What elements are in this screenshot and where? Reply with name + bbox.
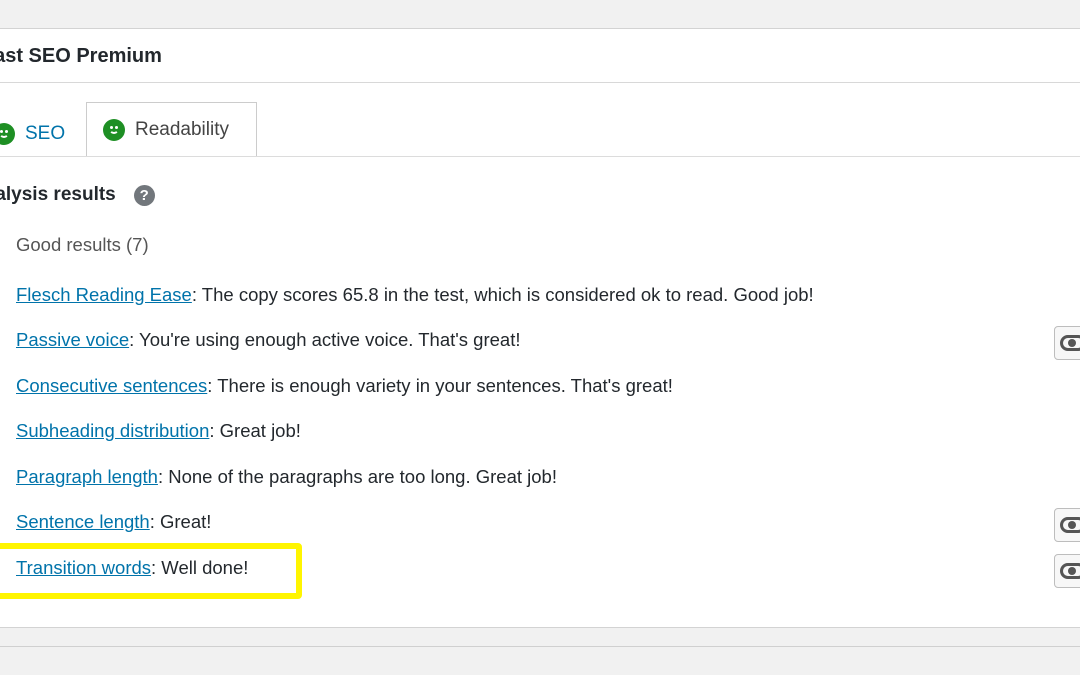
result-item: Subheading distribution: Great job! (16, 420, 301, 442)
highlight-transition-words-button[interactable] (1054, 554, 1080, 588)
analysis-heading: Analysis results ? (0, 184, 155, 206)
help-icon[interactable]: ? (133, 184, 155, 206)
tab-seo[interactable]: SEO (0, 109, 86, 159)
result-text: : None of the paragraphs are too long. G… (157, 466, 557, 487)
result-text: : Great job! (209, 420, 301, 441)
result-text: : Great! (149, 511, 212, 532)
smiley-good-icon (103, 118, 125, 141)
result-link-flesch-reading-ease[interactable]: Flesch Reading Ease (16, 284, 192, 305)
tab-bar-divider (0, 156, 1080, 157)
yellow-highlight-box (0, 543, 302, 599)
title-divider (0, 82, 1080, 83)
yoast-metabox: Yoast SEO Premium SEO Readability Analys… (0, 28, 1080, 628)
good-results-label: Good results (7) (16, 234, 149, 255)
result-link-subheading-distribution[interactable]: Subheading distribution (16, 420, 209, 441)
result-text: : The copy scores 65.8 in the test, whic… (191, 284, 814, 305)
result-text: : There is enough variety in your senten… (207, 375, 673, 396)
result-item: Flesch Reading Ease: The copy scores 65.… (16, 284, 814, 306)
result-item: Sentence length: Great! (16, 511, 211, 533)
result-link-consecutive-sentences[interactable]: Consecutive sentences (16, 375, 207, 396)
result-link-passive-voice[interactable]: Passive voice (16, 329, 129, 350)
result-link-paragraph-length[interactable]: Paragraph length (16, 466, 158, 487)
result-text: : You're using enough active voice. That… (129, 329, 521, 350)
footer-divider (0, 646, 1080, 647)
analysis-heading-text: Analysis results (0, 184, 116, 205)
tab-readability[interactable]: Readability (86, 102, 257, 157)
result-item: Consecutive sentences: There is enough v… (16, 375, 673, 397)
smiley-good-icon (0, 123, 15, 145)
result-item: Passive voice: You're using enough activ… (16, 329, 520, 351)
highlight-passive-voice-button[interactable] (1054, 326, 1080, 360)
tab-readability-label: Readability (135, 118, 229, 140)
result-link-sentence-length[interactable]: Sentence length (16, 511, 150, 532)
panel-title: Yoast SEO Premium (0, 45, 162, 67)
highlight-sentence-length-button[interactable] (1054, 508, 1080, 542)
result-item: Paragraph length: None of the paragraphs… (16, 466, 557, 488)
tab-seo-label: SEO (25, 123, 66, 144)
